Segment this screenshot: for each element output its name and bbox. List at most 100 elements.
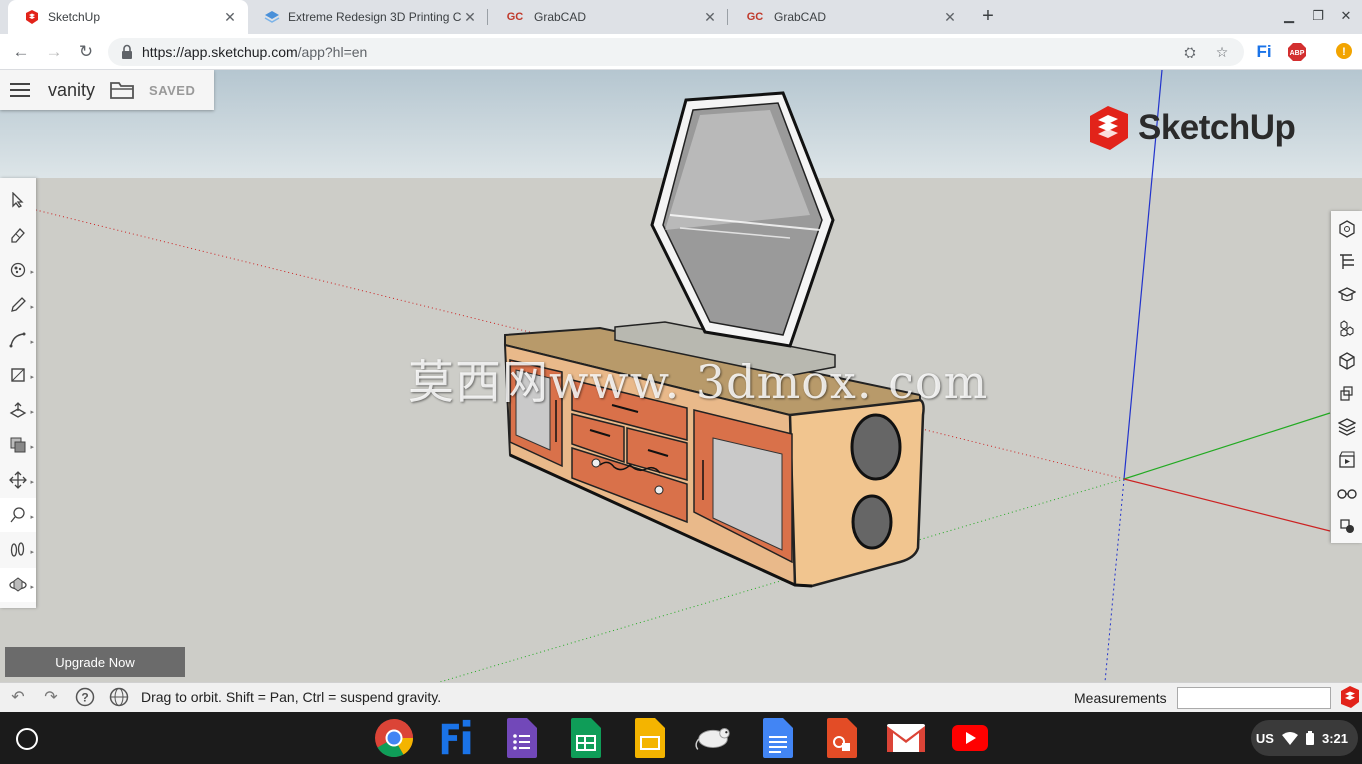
pencil-tool[interactable]: ▸ xyxy=(0,288,36,322)
tab-grabcad-1[interactable]: GC GrabCAD ✕ xyxy=(488,0,728,34)
outliner-panel[interactable] xyxy=(1331,246,1362,278)
orbit-tool[interactable]: ▸ xyxy=(0,568,36,602)
close-window-icon[interactable]: ✕ xyxy=(1338,8,1354,24)
help-icon[interactable]: ? xyxy=(74,687,96,709)
outliner-icon xyxy=(1339,254,1354,269)
entity-info-icon xyxy=(1338,220,1355,238)
undo-icon[interactable]: ↶ xyxy=(7,687,29,709)
tab-close-icon[interactable]: ✕ xyxy=(222,9,238,26)
fi-app-icon[interactable] xyxy=(438,718,478,758)
launcher-icon[interactable] xyxy=(16,728,38,750)
glasses-icon xyxy=(1336,489,1357,499)
tape-measure-icon xyxy=(10,507,25,523)
google-slides-icon[interactable] xyxy=(630,718,670,758)
blue-axis-negative xyxy=(1104,478,1125,682)
file-bar: vanity SAVED xyxy=(0,70,214,110)
upgrade-now-button[interactable]: Upgrade Now xyxy=(5,647,185,677)
office-app-icon[interactable] xyxy=(822,718,862,758)
update-alert-icon[interactable]: ! xyxy=(1334,42,1354,62)
tab-close-icon[interactable]: ✕ xyxy=(702,9,718,26)
scenes-panel[interactable] xyxy=(1331,444,1362,476)
google-docs-icon[interactable] xyxy=(758,718,798,758)
back-icon[interactable]: ← xyxy=(9,40,33,64)
keyboard-locale: US xyxy=(1255,730,1274,746)
tab-sketchup[interactable]: SketchUp ✕ xyxy=(8,0,248,34)
walk-tool[interactable]: ▸ xyxy=(0,533,36,567)
address-bar[interactable]: https://app.sketchup.com/app?hl=en ⛭ ☆ xyxy=(108,38,1244,66)
rat-app-icon[interactable] xyxy=(694,718,734,758)
fi-extension-icon[interactable]: Fi xyxy=(1254,42,1274,62)
measurements-label: Measurements xyxy=(1074,690,1167,706)
offset-icon xyxy=(10,437,26,453)
green-axis xyxy=(1123,412,1331,480)
paint-bucket-tool[interactable]: ▸ xyxy=(0,253,36,287)
red-axis xyxy=(1123,478,1331,532)
arc-tool[interactable]: ▸ xyxy=(0,323,36,357)
layers-favicon-icon xyxy=(264,9,280,25)
sketchup-logo-icon xyxy=(1090,106,1128,150)
tab-close-icon[interactable]: ✕ xyxy=(462,9,478,26)
paint-icon xyxy=(10,262,26,278)
globe-icon[interactable] xyxy=(108,687,130,709)
styles-icon xyxy=(1339,386,1353,401)
google-sheets-icon[interactable] xyxy=(566,718,606,758)
components-icon xyxy=(1339,320,1354,337)
materials-panel[interactable] xyxy=(1331,345,1362,377)
eraser-tool[interactable] xyxy=(0,218,36,252)
restore-icon[interactable]: ❐ xyxy=(1310,8,1326,24)
bookmark-star-icon[interactable]: ☆ xyxy=(1212,42,1232,62)
grabcad-favicon-icon: GC xyxy=(506,11,524,23)
file-name[interactable]: vanity xyxy=(48,80,95,101)
adblock-extension-icon[interactable]: ABP xyxy=(1287,42,1307,62)
display-panel[interactable] xyxy=(1331,477,1362,509)
folder-icon[interactable] xyxy=(109,79,135,101)
vanity-model[interactable] xyxy=(503,91,925,588)
lock-icon xyxy=(122,44,132,59)
tab-close-icon[interactable]: ✕ xyxy=(942,9,958,26)
footprints-icon xyxy=(10,542,25,557)
measurements-input[interactable] xyxy=(1177,687,1331,709)
push-pull-tool[interactable]: ▸ xyxy=(0,393,36,427)
save-status: SAVED xyxy=(149,82,196,98)
offset-tool[interactable]: ▸ xyxy=(0,428,36,462)
sketchup-logo: SketchUp xyxy=(1086,104,1296,152)
svg-text:!: ! xyxy=(1342,46,1346,58)
pencil-icon xyxy=(11,297,26,312)
cursor-arrow-icon xyxy=(12,192,24,208)
tab-extreme-redesign[interactable]: Extreme Redesign 3D Printing Ch ✕ xyxy=(248,0,488,34)
right-panel-toolbar xyxy=(1331,211,1362,543)
redo-icon[interactable]: ↷ xyxy=(40,687,62,709)
sketchup-status-icon[interactable] xyxy=(1338,685,1362,711)
forward-icon[interactable]: → xyxy=(42,40,66,64)
styles-panel[interactable] xyxy=(1331,378,1362,410)
select-tool[interactable] xyxy=(0,183,36,217)
reload-icon[interactable]: ↻ xyxy=(74,40,98,64)
instructor-panel[interactable] xyxy=(1331,279,1362,311)
google-forms-icon[interactable] xyxy=(502,718,542,758)
watermark-text: 莫西网www. 3dmox. com xyxy=(408,355,989,409)
system-tray[interactable]: US 3:21 xyxy=(1251,720,1358,756)
gmail-icon[interactable] xyxy=(886,718,926,758)
youtube-icon[interactable] xyxy=(950,718,990,758)
solid-inspector-panel[interactable] xyxy=(1331,510,1362,542)
rectangle-tool[interactable]: ▸ xyxy=(0,358,36,392)
entity-info-panel[interactable] xyxy=(1331,213,1362,245)
battery-icon xyxy=(1305,731,1314,745)
tape-measure-tool[interactable]: ▸ xyxy=(0,498,36,532)
solid-inspector-icon xyxy=(1339,519,1354,533)
minimize-icon[interactable]: ▁ xyxy=(1281,8,1297,24)
tab-grabcad-2[interactable]: GC GrabCAD ✕ xyxy=(728,0,968,34)
move-arrows-icon xyxy=(9,471,27,489)
hamburger-menu-icon[interactable] xyxy=(0,70,40,110)
layers-icon xyxy=(1337,418,1356,436)
components-panel[interactable] xyxy=(1331,312,1362,344)
chrome-app-icon[interactable] xyxy=(374,718,414,758)
url-text: https://app.sketchup.com/app?hl=en xyxy=(142,44,368,60)
move-tool[interactable]: ▸ xyxy=(0,463,36,497)
rectangle-icon xyxy=(11,368,25,382)
site-settings-icon[interactable]: ⛭ xyxy=(1180,42,1200,62)
new-tab-button[interactable]: + xyxy=(976,5,1000,29)
status-hint: Drag to orbit. Shift = Pan, Ctrl = suspe… xyxy=(141,689,442,705)
layers-panel[interactable] xyxy=(1331,411,1362,443)
sketchup-viewport[interactable]: 莫西网www. 3dmox. com vanity SAVED SketchUp… xyxy=(0,70,1362,682)
